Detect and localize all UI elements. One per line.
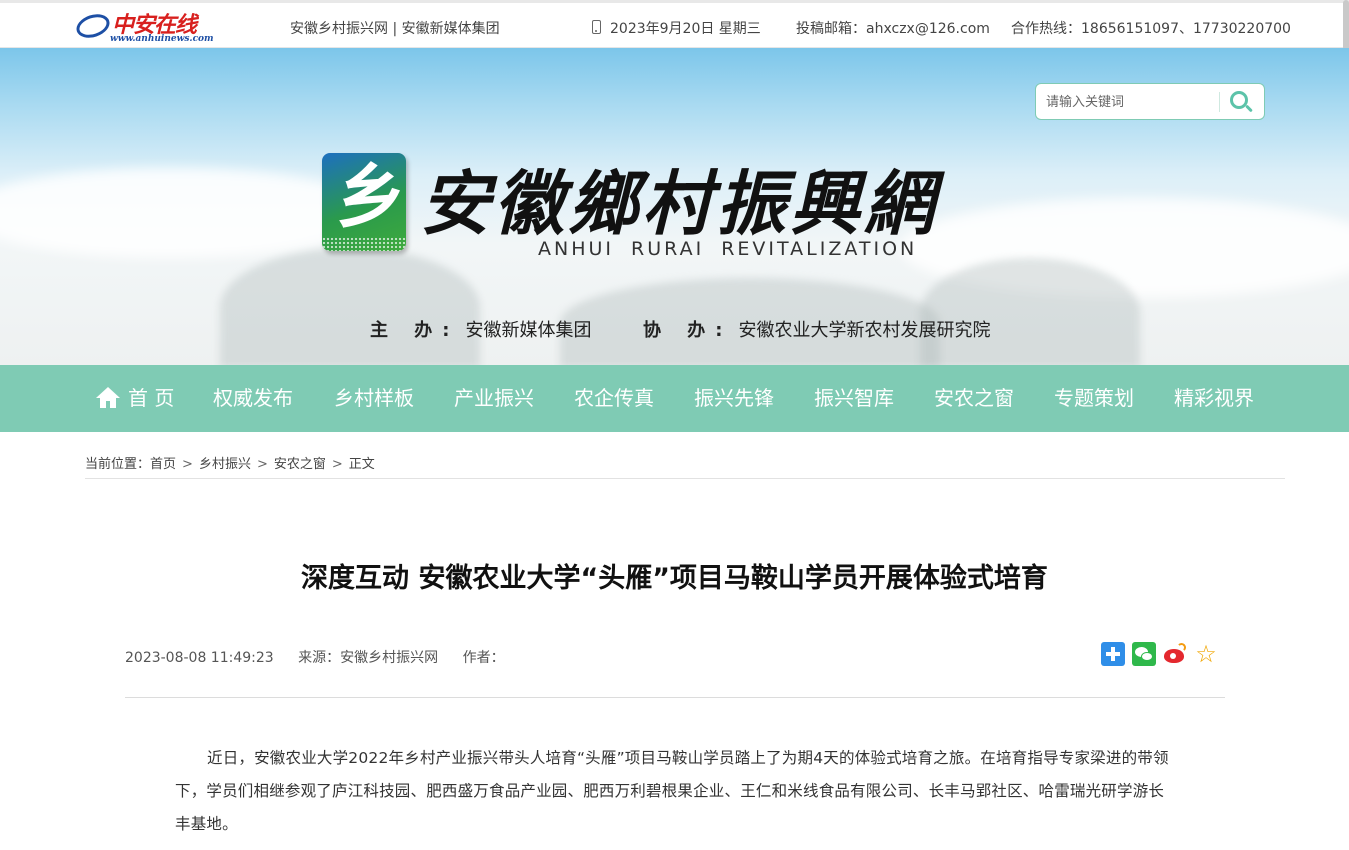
cooperation-hotline: 合作热线：18656151097、17730220700 [1011,21,1291,37]
nav-item-gallery[interactable]: 精彩视界 [1174,365,1254,432]
nav-item-pioneer[interactable]: 振兴先锋 [694,365,774,432]
search-divider [1219,92,1220,112]
breadcrumb-label: 当前位置： [85,457,151,472]
header-banner: 乡 安徽鄉村振興網 ANHUI RURAI REVITALIZATION 主 办… [0,48,1349,365]
emblem-dots [322,237,406,251]
host-value: 安徽新媒体集团 [465,320,592,341]
home-icon-door [106,401,110,408]
co-organizer: 协 办: 安徽农业大学新农村发展研究院 [643,316,990,342]
wechat-icon-bubble [1141,652,1153,661]
article-paragraph: 近日，安徽农业大学2022年乡村产业振兴带头人培育“头雁”项目马鞍山学员踏上了为… [175,749,1169,833]
share-plus-icon[interactable] [1101,642,1125,666]
nav-item-industry[interactable]: 产业振兴 [454,365,534,432]
site-subtitle: ANHUI RURAI REVITALIZATION [538,238,918,260]
article-datetime: 2023-08-08 11:49:23 [125,650,274,666]
logo-url-text: www.anhuinews.com [110,34,214,44]
anhuinews-logo[interactable]: 中安在线 www.anhuinews.com [73,7,214,47]
host-label: 主 办: [370,320,460,341]
breadcrumb-annong[interactable]: 安农之窗 [274,453,326,472]
article-author: 作者： [462,650,505,666]
breadcrumb-separator: > [182,457,193,472]
site-title: 安徽鄉村振興網 [420,162,938,245]
site-emblem: 乡 [322,153,406,251]
nav-item-annong-window[interactable]: 安农之窗 [934,365,1014,432]
main-nav: 首 页 权威发布 乡村样板 产业振兴 农企传真 振兴先锋 振兴智库 安农之窗 专… [0,365,1349,432]
breadcrumb-rural[interactable]: 乡村振兴 [199,453,251,472]
banner-mountain [920,258,1140,365]
logo-ring-icon [73,10,113,42]
breadcrumb-current: 正文 [348,457,375,472]
nav-item-authority[interactable]: 权威发布 [213,365,293,432]
site-links[interactable]: 安徽乡村振兴网 | 安徽新媒体集团 [290,18,500,38]
co-value: 安徽农业大学新农村发展研究院 [738,320,991,341]
nav-item-home[interactable]: 首 页 [128,365,174,432]
banner-mountain [220,248,480,365]
emblem-glyph: 乡 [336,155,406,238]
search-box [1035,83,1265,120]
weibo-icon-eye [1170,653,1176,659]
nav-item-village-model[interactable]: 乡村样板 [334,365,414,432]
co-label: 协 办: [643,320,733,341]
host-organizer: 主 办: 安徽新媒体集团 [370,316,591,342]
mobile-phone-icon [592,20,601,34]
nav-item-special[interactable]: 专题策划 [1054,365,1134,432]
current-date: 2023年9月20日 星期三 [610,21,761,37]
top-bar: 中安在线 www.anhuinews.com 安徽乡村振兴网 | 安徽新媒体集团… [0,0,1349,48]
article-source: 来源：安徽乡村振兴网 [298,650,439,666]
breadcrumb-separator: > [331,457,343,472]
article-title: 深度互动 安徽农业大学“头雁”项目马鞍山学员开展体验式培育 [301,563,1048,594]
wechat-icon[interactable] [1132,642,1156,666]
nav-item-think-tank[interactable]: 振兴智库 [814,365,894,432]
favorite-star-icon[interactable]: ☆ [1194,642,1218,666]
breadcrumb: 当前位置：首页 > 乡村振兴 > 安农之窗 > 正文 [85,453,1285,479]
breadcrumb-home[interactable]: 首页 [150,453,176,472]
nav-item-enterprise[interactable]: 农企传真 [574,365,654,432]
article-meta: 2023-08-08 11:49:23 来源：安徽乡村振兴网 作者： [125,647,525,667]
search-icon-handle [1245,104,1253,113]
meta-divider [125,697,1225,698]
search-input[interactable] [1046,92,1206,112]
breadcrumb-separator: > [256,457,268,472]
weibo-icon[interactable] [1163,642,1187,666]
home-icon[interactable] [96,387,120,409]
search-button[interactable] [1226,88,1256,116]
weibo-icon-wave [1177,643,1186,652]
contribution-email: 投稿邮箱：ahxczx@126.com [796,21,990,37]
